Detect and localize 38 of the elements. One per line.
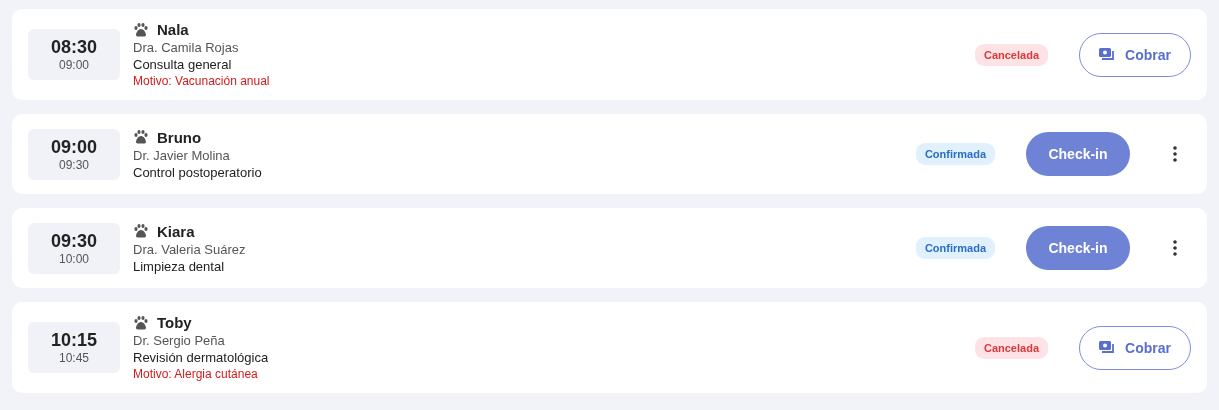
more-icon[interactable]: [1173, 146, 1177, 162]
vet-name: Dra. Camila Rojas: [133, 40, 240, 55]
status-badge: Cancelada: [974, 43, 1048, 66]
service-name: Limpieza dental: [133, 258, 226, 274]
vet-name: Dr. Javier Molina: [133, 147, 231, 163]
end-time: 09:00: [59, 58, 89, 72]
paw-icon: [133, 224, 149, 238]
paw-icon: [133, 130, 149, 144]
charge-button[interactable]: Cobrar: [1079, 325, 1191, 370]
check-in-button[interactable]: Check-in: [1026, 226, 1130, 270]
charge-button[interactable]: Cobrar: [1079, 32, 1191, 77]
status-badge: Confirmada: [915, 143, 995, 165]
vet-name: Dr. Sergio Peña: [133, 333, 226, 348]
start-time: 10:15: [50, 330, 97, 351]
end-time: 09:30: [59, 157, 89, 172]
start-time: 09:00: [50, 136, 97, 158]
status-badge: Confirmada: [915, 237, 995, 259]
cash-icon: [1099, 48, 1116, 61]
paw-icon: [133, 22, 149, 37]
cash-icon: [1099, 341, 1116, 354]
more-icon[interactable]: [1173, 240, 1177, 256]
paw-icon: [133, 315, 149, 330]
start-time: 08:30: [50, 37, 97, 58]
pet-name: Kiara: [157, 222, 195, 240]
start-time: 09:30: [50, 230, 97, 252]
service-name: Consulta general: [133, 57, 233, 72]
service-name: Control postoperatorio: [133, 164, 263, 180]
end-time: 10:00: [59, 251, 89, 266]
end-time: 10:45: [59, 351, 89, 365]
status-badge: Cancelada: [974, 336, 1048, 359]
check-in-button[interactable]: Check-in: [1026, 132, 1130, 176]
vet-name: Dra. Valeria Suárez: [133, 241, 247, 257]
reason-text: Motivo: Vacunación anual: [133, 74, 271, 88]
reason-text: Motivo: Alergia cutánea: [133, 367, 259, 381]
service-name: Revisión dermatológica: [133, 350, 270, 365]
pet-name: Bruno: [157, 128, 202, 146]
pet-name: Nala: [157, 21, 189, 38]
pet-name: Toby: [157, 314, 192, 331]
